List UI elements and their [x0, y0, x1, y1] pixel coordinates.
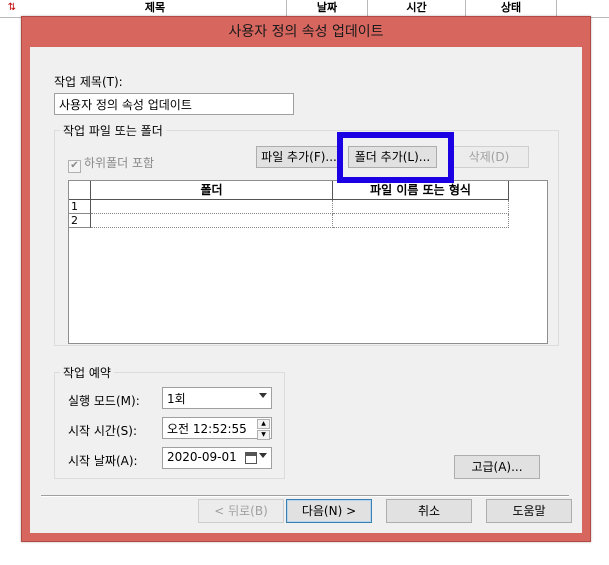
time-spinner[interactable]: ▲ ▼: [257, 419, 270, 440]
grid-header-pattern[interactable]: 파일 이름 또는 형식: [333, 181, 509, 200]
table-row[interactable]: 1: [69, 200, 509, 214]
start-time-label: 시작 시간(S):: [68, 424, 137, 438]
folder-cell[interactable]: [91, 200, 333, 214]
column-header-title[interactable]: 제목: [24, 0, 287, 17]
row-number: 2: [69, 214, 91, 228]
start-date-label: 시작 날짜(A):: [68, 454, 138, 468]
dialog-client-area: 작업 제목(T): 사용자 정의 속성 업데이트 작업 파일 또는 폴더 ✔ 하위…: [30, 47, 582, 533]
help-button[interactable]: 도움말: [486, 499, 572, 523]
task-dialog: 사용자 정의 속성 업데이트 작업 제목(T): 사용자 정의 속성 업데이트 …: [21, 16, 591, 542]
column-header-time[interactable]: 시간: [368, 0, 466, 17]
back-button[interactable]: < 뒤로(B): [198, 499, 284, 523]
grid-header-folder[interactable]: 폴더: [91, 181, 333, 200]
grid-corner: [69, 181, 91, 200]
start-date-value: 2020-09-01: [167, 450, 237, 464]
checkmark-icon: ✔: [68, 160, 81, 173]
next-button[interactable]: 다음(N) >: [286, 499, 372, 523]
advanced-button[interactable]: 고급(A)...: [454, 455, 540, 479]
start-date-picker[interactable]: 2020-09-01: [162, 447, 272, 469]
footer-divider: [41, 495, 569, 497]
run-mode-select[interactable]: 1회: [162, 387, 272, 409]
cancel-button[interactable]: 취소: [386, 499, 472, 523]
chevron-down-icon[interactable]: [259, 453, 267, 458]
column-header-date[interactable]: 날짜: [287, 0, 368, 17]
column-header-status[interactable]: 상태: [466, 0, 557, 17]
job-title-label: 작업 제목(T):: [54, 75, 123, 89]
files-group-title: 작업 파일 또는 폴더: [60, 122, 166, 139]
job-title-input[interactable]: 사용자 정의 속성 업데이트: [54, 93, 294, 115]
spin-up-icon[interactable]: ▲: [257, 419, 270, 429]
run-mode-value: 1회: [167, 392, 186, 406]
dialog-title: 사용자 정의 속성 업데이트: [228, 24, 384, 40]
row-number: 1: [69, 200, 91, 214]
sort-icon[interactable]: ⇅: [6, 2, 18, 14]
include-subfolders-checkbox[interactable]: ✔ 하위폴더 포함: [68, 154, 154, 173]
run-mode-label: 실행 모드(M):: [68, 394, 140, 408]
folder-cell[interactable]: [91, 214, 333, 228]
add-folder-button[interactable]: 폴더 추가(L)...: [348, 146, 437, 168]
start-time-input[interactable]: 오전 12:52:55 ▲ ▼: [162, 417, 272, 440]
add-file-button[interactable]: 파일 추가(F)...: [256, 146, 342, 168]
spin-down-icon[interactable]: ▼: [257, 430, 270, 440]
calendar-icon[interactable]: [245, 452, 257, 464]
include-subfolders-label: 하위폴더 포함: [84, 156, 155, 170]
table-row[interactable]: 2: [69, 214, 509, 228]
start-time-value: 오전 12:52:55: [167, 422, 247, 436]
schedule-group-title: 작업 예약: [60, 364, 114, 381]
delete-button[interactable]: 삭제(D): [449, 146, 529, 168]
folder-grid[interactable]: 폴더 파일 이름 또는 형식 1 2: [68, 180, 548, 344]
chevron-down-icon: [259, 393, 267, 398]
pattern-cell[interactable]: [333, 214, 509, 228]
pattern-cell[interactable]: [333, 200, 509, 214]
